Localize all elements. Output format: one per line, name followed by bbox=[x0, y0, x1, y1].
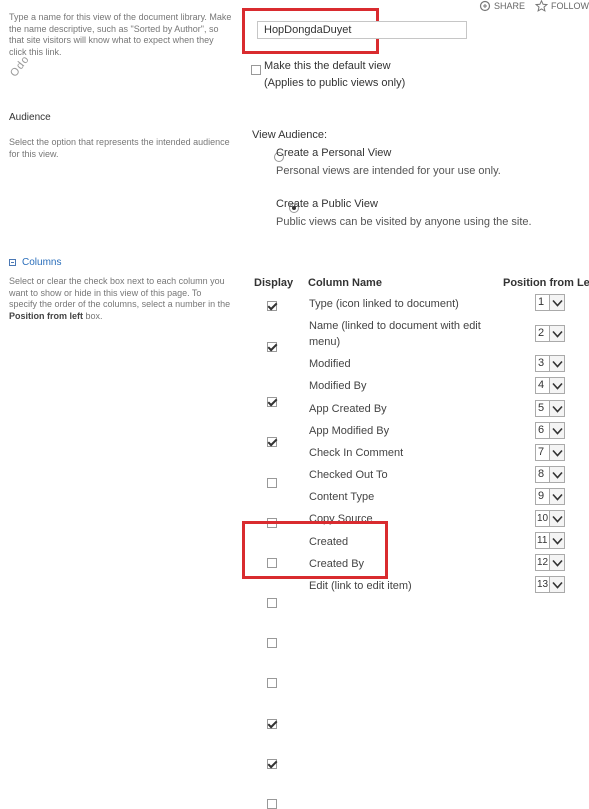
chevron-down-icon bbox=[549, 377, 565, 394]
column-checkbox[interactable] bbox=[267, 678, 277, 688]
position-select[interactable]: 6 bbox=[535, 422, 565, 439]
position-select[interactable]: 11 bbox=[535, 532, 565, 549]
position-select[interactable]: 8 bbox=[535, 466, 565, 483]
table-row: App Modified By 6 bbox=[0, 90, 589, 528]
column-name: Type (icon linked to document) bbox=[309, 298, 459, 310]
chevron-down-icon bbox=[549, 325, 565, 342]
created-columns-highlight bbox=[242, 521, 388, 579]
table-row: Name (linked to document with edit menu)… bbox=[0, 18, 589, 352]
table-row: App Created By 5 bbox=[0, 72, 589, 488]
column-name: App Modified By bbox=[309, 425, 390, 437]
table-row: Type (icon linked to document) 1 bbox=[0, 0, 589, 311]
position-select[interactable]: 13 bbox=[535, 576, 565, 593]
column-checkbox[interactable] bbox=[267, 759, 277, 769]
table-row: Check In Comment 7 bbox=[0, 108, 589, 568]
column-name-continued: menu) bbox=[309, 336, 341, 348]
position-select[interactable]: 7 bbox=[535, 444, 565, 461]
table-row: Created By 12 bbox=[0, 198, 589, 769]
position-select[interactable]: 10 bbox=[535, 510, 565, 527]
column-name: Modified By bbox=[309, 380, 367, 392]
chevron-down-icon bbox=[549, 422, 565, 439]
chevron-down-icon bbox=[549, 488, 565, 505]
column-checkbox[interactable] bbox=[267, 598, 277, 608]
position-select[interactable]: 2 bbox=[535, 325, 565, 342]
column-name: Check In Comment bbox=[309, 447, 404, 459]
column-checkbox[interactable] bbox=[267, 638, 277, 648]
position-select[interactable]: 5 bbox=[535, 400, 565, 417]
table-row: Edit (link to edit item) 13 bbox=[0, 216, 589, 809]
chevron-down-icon bbox=[549, 444, 565, 461]
chevron-down-icon bbox=[549, 466, 565, 483]
chevron-down-icon bbox=[549, 576, 565, 593]
column-name: Content Type bbox=[309, 491, 375, 503]
column-name: Name (linked to document with edit bbox=[309, 320, 481, 332]
column-checkbox[interactable] bbox=[267, 437, 277, 447]
column-name: Edit (link to edit item) bbox=[309, 580, 412, 592]
column-name: Modified bbox=[309, 358, 351, 370]
position-select[interactable]: 1 bbox=[535, 294, 565, 311]
chevron-down-icon bbox=[549, 400, 565, 417]
column-checkbox[interactable] bbox=[267, 301, 277, 311]
position-select[interactable]: 4 bbox=[535, 377, 565, 394]
column-name: App Created By bbox=[309, 403, 387, 415]
table-row: Created 11 bbox=[0, 180, 589, 729]
chevron-down-icon bbox=[549, 532, 565, 549]
columns-table: Type (icon linked to document) 1 Name (l… bbox=[0, 0, 589, 809]
table-row: Modified By 4 bbox=[0, 54, 589, 447]
chevron-down-icon bbox=[549, 554, 565, 571]
column-checkbox[interactable] bbox=[267, 719, 277, 729]
chevron-down-icon bbox=[549, 355, 565, 372]
position-select[interactable]: 12 bbox=[535, 554, 565, 571]
column-checkbox[interactable] bbox=[267, 478, 277, 488]
table-row: Modified 3 bbox=[0, 36, 589, 407]
table-row: Checked Out To 8 bbox=[0, 126, 589, 608]
position-select[interactable]: 3 bbox=[535, 355, 565, 372]
position-select[interactable]: 9 bbox=[535, 488, 565, 505]
column-checkbox[interactable] bbox=[267, 799, 277, 809]
table-row: Content Type 9 bbox=[0, 144, 589, 648]
column-name: Checked Out To bbox=[309, 469, 388, 481]
column-checkbox[interactable] bbox=[267, 397, 277, 407]
chevron-down-icon bbox=[549, 510, 565, 527]
chevron-down-icon bbox=[549, 294, 565, 311]
column-checkbox[interactable] bbox=[267, 342, 277, 352]
table-row: Copy Source 10 bbox=[0, 162, 589, 688]
